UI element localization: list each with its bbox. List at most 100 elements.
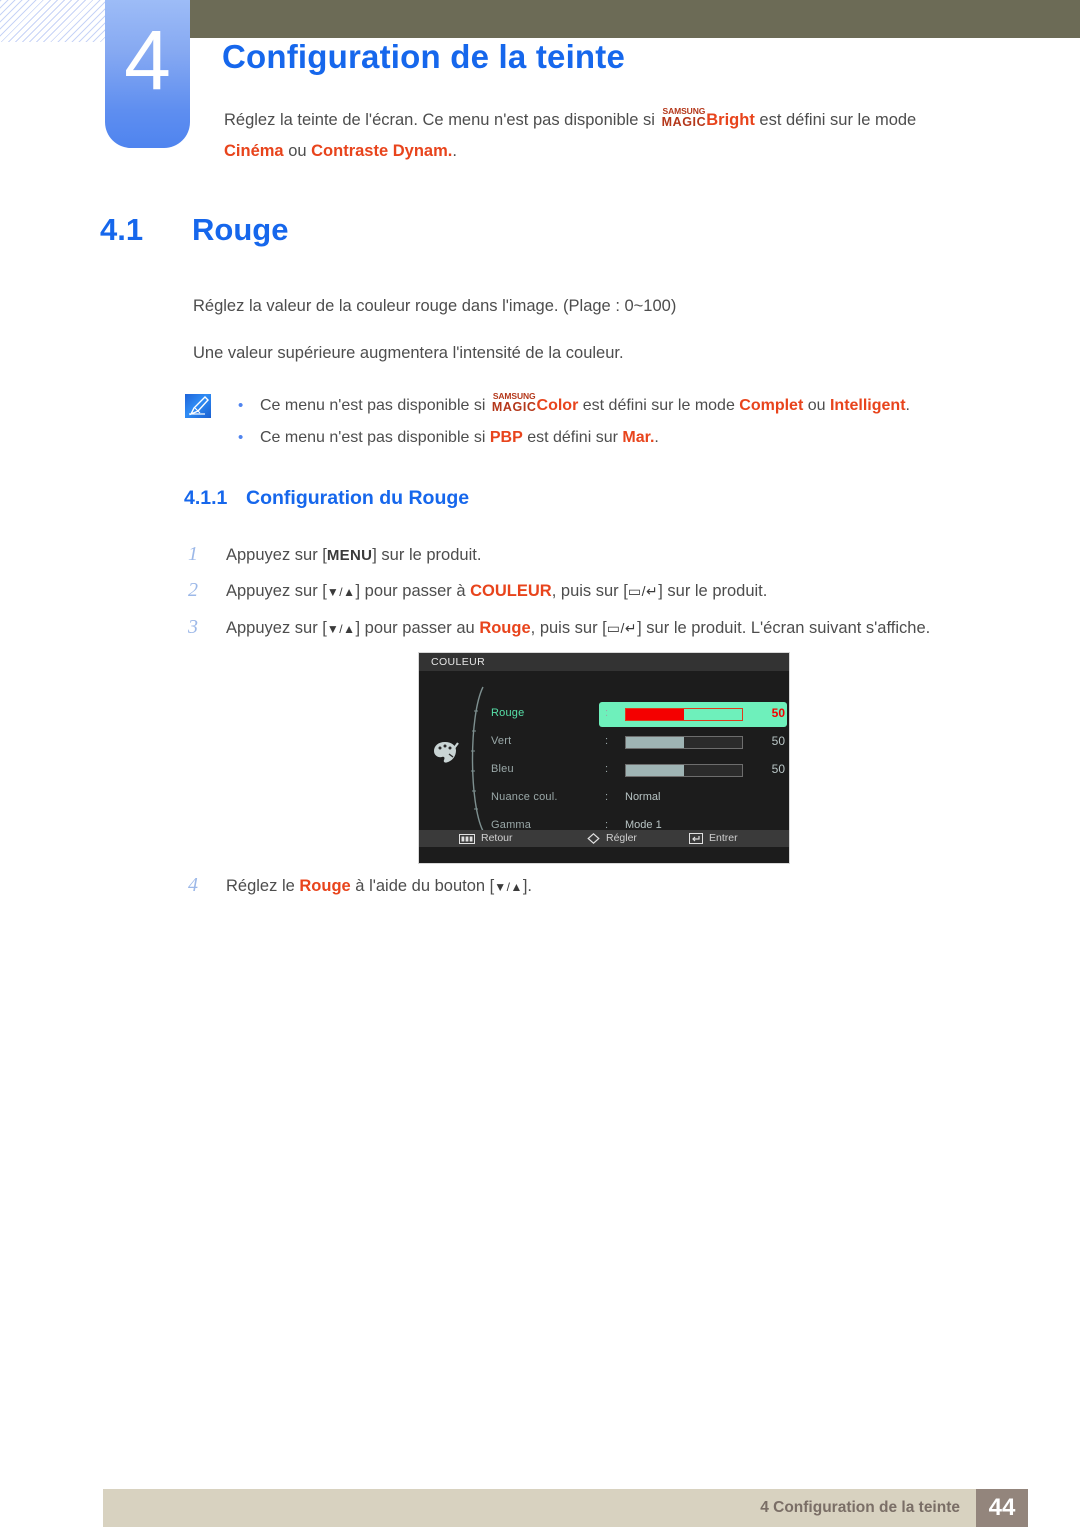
magic-color-label: Color [536, 397, 579, 414]
osd-row-colon: : [605, 791, 609, 803]
osd-footer-back-label: Retour [481, 832, 513, 844]
key-down-up-arrows: ▼/▲ [494, 880, 523, 894]
step3-part2: ] pour passer au [355, 619, 480, 637]
note1-middle: est défini sur le mode [578, 397, 740, 414]
note-item-text: Ce menu n'est pas disponible si PBP est … [260, 422, 1028, 454]
chapter-intro-part-2: est défini sur le mode [754, 111, 917, 129]
chapter-intro-join: ou [283, 142, 312, 160]
note-pen-icon-glyph [189, 396, 209, 416]
bullet-glyph: • [238, 429, 244, 446]
osd-slider-fill [626, 765, 684, 776]
osd-footer: Retour Régler Entrer [419, 830, 789, 847]
step4-highlight-rouge: Rouge [299, 877, 351, 895]
osd-slider-bleu[interactable] [625, 764, 743, 777]
chapter-intro-part-1: Réglez la teinte de l'écran. Ce menu n'e… [224, 111, 660, 129]
note1-join: ou [803, 397, 830, 414]
osd-body: Rouge : 50 Vert : 50 Bleu : 50 Nuance co… [419, 671, 789, 847]
step-item: 3 Appuyez sur [▼/▲] pour passer au Rouge… [188, 610, 1038, 647]
step-text: Appuyez sur [▼/▲] pour passer au Rouge, … [226, 611, 1038, 647]
step-item: 2 Appuyez sur [▼/▲] pour passer à COULEU… [188, 573, 1038, 610]
chapter-mode-contraste-dynam: Contraste Dynam. [311, 142, 453, 160]
enter-return-icon [689, 833, 703, 844]
osd-slider-rouge[interactable] [625, 708, 743, 721]
step-list: 1 Appuyez sur [MENU] sur le produit. 2 A… [188, 537, 1038, 647]
key-source-enter: ▭/↵ [606, 620, 638, 636]
section-number: 4.1 [100, 212, 144, 247]
osd-row-label: Vert [491, 735, 512, 747]
samsung-magic-logo-bottom: MAGIC [661, 115, 707, 129]
section-paragraph-1: Réglez la valeur de la couleur rouge dan… [193, 297, 677, 315]
osd-row-nuance-coul[interactable]: Nuance coul. : Normal [477, 787, 787, 815]
osd-row-value: 50 [771, 762, 785, 776]
note-pen-icon [184, 393, 212, 419]
step-index: 2 [188, 579, 198, 601]
step3-part1: Appuyez sur [ [226, 619, 327, 637]
chapter-number: 4 [124, 13, 171, 107]
note2-middle: est défini sur [522, 429, 623, 446]
section-heading: 4.1 Rouge [100, 212, 288, 248]
bullet-glyph: • [238, 397, 244, 414]
step4-part3: ]. [522, 877, 532, 895]
step3-highlight-rouge: Rouge [479, 619, 531, 637]
osd-title: COULEUR [419, 653, 789, 671]
osd-slider-fill [626, 737, 684, 748]
note-item: • Ce menu n'est pas disponible si PBP es… [238, 422, 1028, 454]
diamond-left-right-icon [587, 833, 600, 844]
step3-part3: , puis sur [ [530, 619, 607, 637]
osd-row-colon: : [605, 763, 609, 775]
step1-part2: ] sur le produit. [372, 546, 482, 564]
osd-row-rouge[interactable]: Rouge : 50 [477, 702, 787, 731]
chapter-title: Configuration de la teinte [222, 38, 626, 75]
osd-row-bleu[interactable]: Bleu : 50 [477, 759, 787, 787]
note2-value-pbp: PBP [489, 429, 523, 446]
section-title: Rouge [192, 212, 289, 247]
step2-part1: Appuyez sur [ [226, 582, 327, 600]
osd-footer-enter[interactable]: Entrer [689, 830, 738, 847]
note2-prefix: Ce menu n'est pas disponible si [260, 429, 490, 446]
enter-return-icon-glyph [689, 833, 703, 844]
step-list-continued: 4 Réglez le Rouge à l'aide du bouton [▼/… [188, 868, 1038, 905]
step-index: 4 [188, 874, 198, 896]
osd-footer-adjust[interactable]: Régler [587, 830, 637, 847]
step-index: 3 [188, 616, 198, 638]
step2-highlight-couleur: COULEUR [470, 582, 552, 600]
osd-row-label: Bleu [491, 763, 514, 775]
samsung-magic-logo: SAMSUNG MAGIC [491, 392, 537, 414]
step2-part2: ] pour passer à [355, 582, 471, 600]
osd-row-value: Normal [625, 791, 661, 803]
note2-end: . [654, 429, 659, 446]
header-olive-bar [190, 0, 1080, 38]
osd-footer-back[interactable]: Retour [459, 830, 513, 847]
page-number-box: 44 [976, 1489, 1028, 1527]
osd-row-colon: : [605, 735, 609, 747]
note-list: • Ce menu n'est pas disponible si SAMSUN… [238, 390, 1028, 454]
key-down-up-arrows: ▼/▲ [326, 585, 356, 599]
chapter-intro-paragraph: Réglez la teinte de l'écran. Ce menu n'e… [224, 105, 1014, 167]
note-item-text: Ce menu n'est pas disponible si SAMSUNG M… [260, 390, 1028, 422]
step-item: 1 Appuyez sur [MENU] sur le produit. [188, 537, 1038, 573]
key-menu: MENU [326, 547, 373, 564]
decorative-hatch-pattern [0, 0, 108, 42]
step4-part2: à l'aide du bouton [ [350, 877, 495, 895]
osd-slider-fill [626, 709, 684, 720]
step2-part4: ] sur le produit. [658, 582, 768, 600]
osd-row-value: 50 [771, 706, 785, 720]
palette-icon [432, 739, 462, 767]
note2-value-mar: Mar. [622, 429, 655, 446]
menu-bars-icon-glyph [459, 833, 475, 844]
key-down-up-arrows: ▼/▲ [326, 622, 356, 636]
note1-value-complet: Complet [739, 397, 804, 414]
samsung-magic-logo: SAMSUNG MAGIC [661, 107, 707, 129]
section-paragraph-2: Une valeur supérieure augmentera l'inten… [193, 344, 624, 362]
osd-footer-adjust-label: Régler [606, 832, 637, 844]
step4-part1: Réglez le [226, 877, 300, 895]
samsung-magic-logo-bottom: MAGIC [491, 400, 537, 414]
osd-slider-vert[interactable] [625, 736, 743, 749]
step-text: Réglez le Rouge à l'aide du bouton [▼/▲]… [226, 869, 1038, 905]
subsection-heading: 4.1.1 Configuration du Rouge [184, 487, 469, 510]
osd-row-vert[interactable]: Vert : 50 [477, 731, 787, 759]
osd-row-list: Rouge : 50 Vert : 50 Bleu : 50 Nuance co… [477, 702, 787, 843]
subsection-number: 4.1.1 [184, 487, 228, 509]
osd-footer-enter-label: Entrer [709, 832, 738, 844]
magic-bright-label: Bright [706, 111, 755, 129]
